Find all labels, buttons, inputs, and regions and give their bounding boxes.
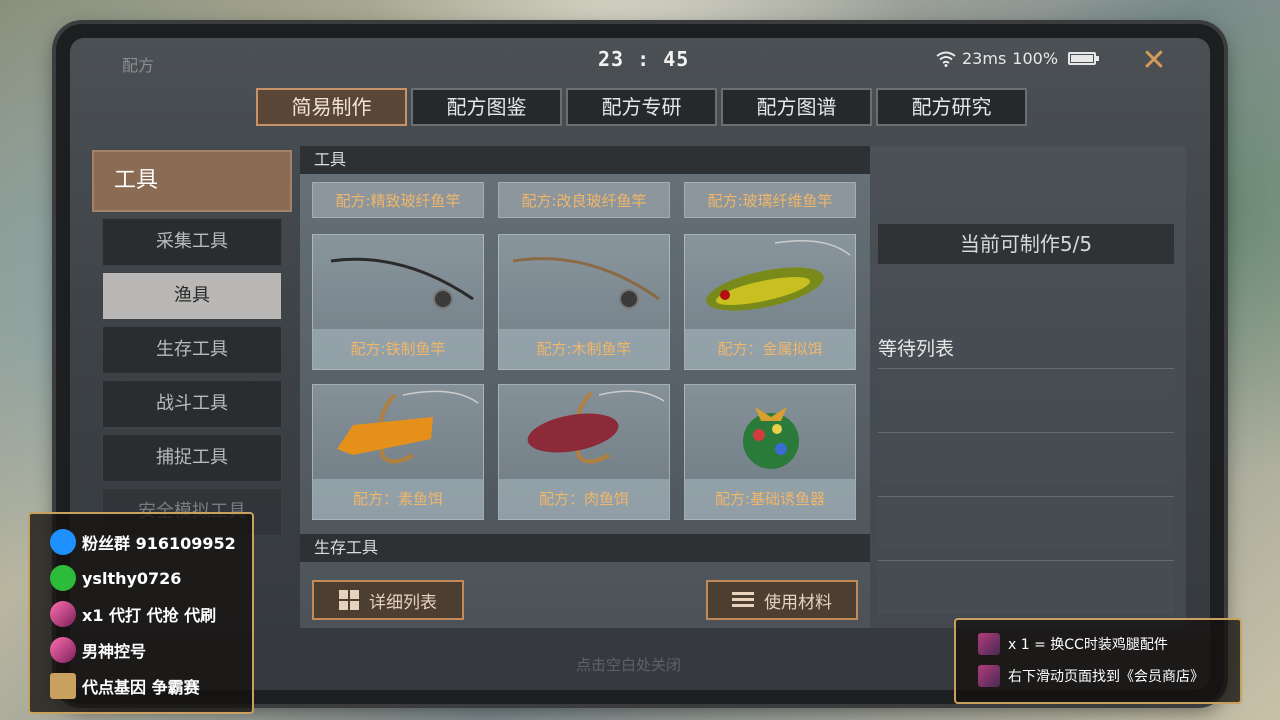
battery-icon	[1068, 52, 1100, 65]
overlay-row: 代点基因 争霸赛	[50, 668, 252, 704]
section-title-tools: 工具	[300, 146, 870, 174]
rocket-icon	[50, 601, 76, 627]
grid-icon	[339, 590, 359, 610]
section-title-survival: 生存工具	[300, 534, 870, 562]
recipe-card-veggie-bait[interactable]: 配方：素鱼饵	[312, 384, 484, 520]
subcategory-combat-tools[interactable]: 战斗工具	[102, 380, 282, 428]
category-tools[interactable]: 工具	[92, 150, 292, 212]
gift-icon	[978, 633, 1000, 655]
overlay-text: 粉丝群 916109952	[82, 534, 236, 553]
status-time: 23 : 45	[598, 47, 690, 71]
list-icon	[732, 591, 754, 609]
queue-slot[interactable]	[878, 432, 1174, 486]
recipe-card-label: 配方:基础诱鱼器	[685, 479, 855, 519]
veggie-bait-icon	[337, 390, 479, 464]
subcategory-gathering-tools[interactable]: 采集工具	[102, 218, 282, 266]
avatar-icon	[50, 673, 76, 699]
rocket-icon	[50, 637, 76, 663]
queue-slot[interactable]	[878, 560, 1174, 614]
overlay-text: 代点基因 争霸赛	[82, 678, 200, 697]
overlay-row: 男神控号	[50, 632, 252, 668]
recipe-card-wood-rod[interactable]: 配方:木制鱼竿	[498, 234, 670, 370]
overlay-row: yslthy0726	[50, 560, 252, 596]
queue-slot[interactable]	[878, 496, 1174, 550]
subcategory-fishing-gear[interactable]: 渔具	[102, 272, 282, 320]
reward-info-overlay: x 1 = 换CC时装鸡腿配件 右下滑动页面找到《会员商店》	[954, 618, 1242, 704]
recipe-card-label: 配方:铁制鱼竿	[313, 329, 483, 369]
recipe-card-label: 配方：肉鱼饵	[499, 479, 669, 519]
qq-icon	[50, 529, 76, 555]
tab-recipe-study[interactable]: 配方专研	[566, 88, 717, 126]
overlay-text: x 1 = 换CC时装鸡腿配件	[1008, 637, 1168, 653]
recipe-top-item[interactable]: 配方:改良玻纤鱼竿	[498, 182, 670, 218]
overlay-text: x1 代打 代抢 代刷	[82, 606, 217, 625]
tab-recipe-atlas[interactable]: 配方图谱	[721, 88, 872, 126]
recipe-grid-panel: 工具 配方:精致玻纤鱼竿 配方:改良玻纤鱼竿 配方:玻璃纤维鱼竿 配方:铁制鱼竿…	[300, 146, 870, 628]
stream-info-overlay: 粉丝群 916109952 yslthy0726 x1 代打 代抢 代刷 男神控…	[28, 512, 254, 714]
subcategory-survival-tools[interactable]: 生存工具	[102, 326, 282, 374]
overlay-text: yslthy0726	[82, 568, 182, 588]
overlay-row: x1 代打 代抢 代刷	[50, 596, 252, 632]
tab-recipe-research[interactable]: 配方研究	[876, 88, 1027, 126]
metal-lure-icon	[706, 240, 851, 311]
recipe-card-iron-rod[interactable]: 配方:铁制鱼竿	[312, 234, 484, 370]
gift-icon	[978, 665, 1000, 687]
crafting-info-panel: 当前可制作5/5 等待列表	[870, 146, 1186, 628]
wifi-icon	[936, 51, 956, 67]
overlay-text: 男神控号	[82, 642, 147, 661]
status-indicators: 23ms 100%	[936, 49, 1100, 68]
recipe-card-label: 配方:木制鱼竿	[499, 329, 669, 369]
ping-text: 23ms	[962, 49, 1007, 68]
overlay-row: 右下滑动页面找到《会员商店》	[978, 660, 1240, 692]
close-button[interactable]: ✕	[1138, 45, 1170, 77]
fishing-rod-icon	[512, 257, 660, 309]
wechat-icon	[50, 565, 76, 591]
recipe-card-fish-attractor[interactable]: 配方:基础诱鱼器	[684, 384, 856, 520]
detail-list-button[interactable]: 详细列表	[312, 580, 464, 620]
overlay-row: x 1 = 换CC时装鸡腿配件	[978, 628, 1240, 660]
subcategory-list: 采集工具 渔具 生存工具 战斗工具 捕捉工具 安全模拟工具	[102, 218, 282, 542]
recipe-top-item[interactable]: 配方:精致玻纤鱼竿	[312, 182, 484, 218]
recipe-top-item[interactable]: 配方:玻璃纤维鱼竿	[684, 182, 856, 218]
recipe-card-label: 配方：素鱼饵	[313, 479, 483, 519]
fish-attractor-icon	[743, 407, 799, 469]
recipe-card-label: 配方：金属拟饵	[685, 329, 855, 369]
use-materials-button[interactable]: 使用材料	[706, 580, 858, 620]
tab-simple-craft[interactable]: 简易制作	[256, 88, 407, 126]
meat-bait-icon	[527, 390, 665, 464]
battery-text: 100%	[1012, 49, 1059, 68]
queue-slot[interactable]	[878, 368, 1174, 422]
subcategory-capture-tools[interactable]: 捕捉工具	[102, 434, 282, 482]
overlay-row: 粉丝群 916109952	[50, 524, 252, 560]
detail-list-label: 详细列表	[369, 592, 437, 613]
fishing-rod-icon	[330, 257, 474, 309]
tap-to-close-hint[interactable]: 点击空白处关闭	[576, 654, 681, 675]
overlay-text: 右下滑动页面找到《会员商店》	[1008, 669, 1204, 685]
craftable-count: 当前可制作5/5	[878, 224, 1174, 264]
queue-title: 等待列表	[878, 338, 955, 360]
use-materials-label: 使用材料	[764, 592, 832, 613]
status-title: 配方	[122, 56, 155, 75]
tab-bar: 简易制作 配方图鉴 配方专研 配方图谱 配方研究	[256, 88, 1027, 126]
tab-recipe-codex[interactable]: 配方图鉴	[411, 88, 562, 126]
recipe-card-meat-bait[interactable]: 配方：肉鱼饵	[498, 384, 670, 520]
recipe-card-metal-lure[interactable]: 配方：金属拟饵	[684, 234, 856, 370]
